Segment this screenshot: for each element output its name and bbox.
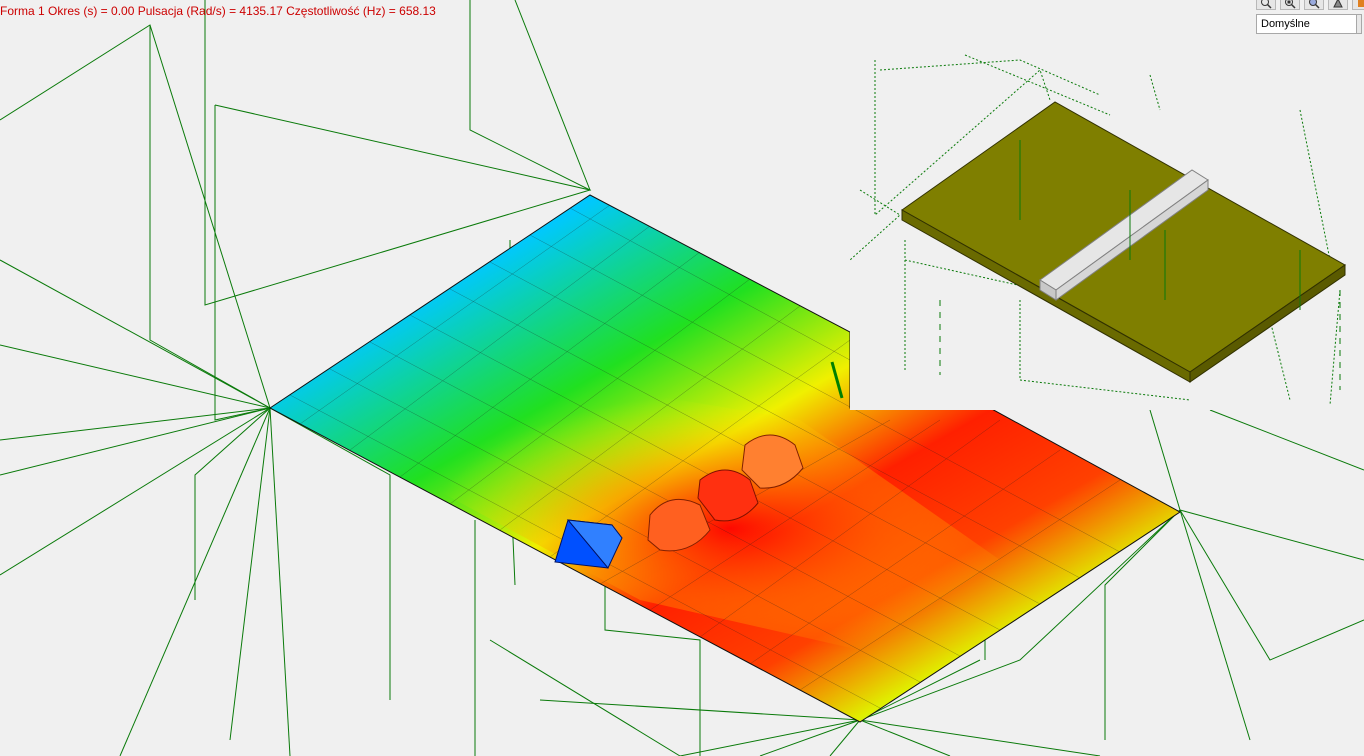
color-button[interactable] <box>1352 0 1364 10</box>
zoom-icon <box>1261 0 1272 9</box>
pan-icon <box>1333 0 1343 8</box>
color-icon <box>1358 0 1364 7</box>
zoom-extents-icon <box>1309 0 1320 9</box>
pan-button[interactable] <box>1328 0 1348 10</box>
zoom-region-button[interactable] <box>1280 0 1300 10</box>
zoom-region-icon <box>1285 0 1296 9</box>
model-viewport[interactable] <box>0 0 1364 756</box>
chevron-down-icon[interactable] <box>1356 15 1361 33</box>
view-toolbar <box>1256 0 1364 10</box>
zoom-extents-button[interactable] <box>1304 0 1324 10</box>
model-preview[interactable] <box>849 30 1364 410</box>
view-preset-select[interactable]: Domyślne <box>1256 14 1362 34</box>
zoom-button[interactable] <box>1256 0 1276 10</box>
view-preset-value: Domyślne <box>1261 18 1310 30</box>
